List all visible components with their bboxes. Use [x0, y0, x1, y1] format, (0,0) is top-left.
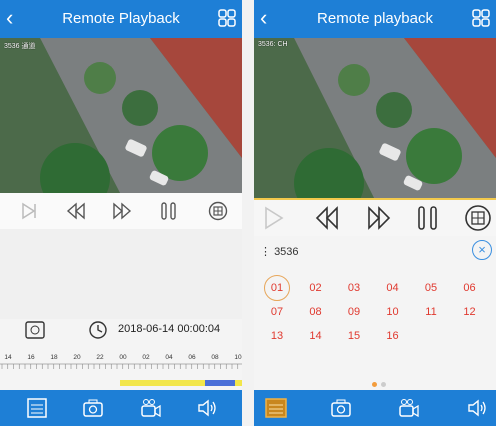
bottom-toolbar — [254, 390, 496, 426]
timeline-label: 08 — [211, 354, 219, 361]
date-time: 2018-06-14 00:00:04 — [118, 323, 221, 335]
playback-controls — [254, 200, 496, 236]
channel-number-02[interactable]: 02 — [303, 275, 329, 301]
channel-number-03[interactable]: 03 — [341, 275, 367, 301]
video-view[interactable]: 3536 通道 — [0, 38, 242, 193]
channel-number-01[interactable]: 01 — [264, 275, 290, 301]
timeline-label: 10 — [234, 354, 242, 361]
timeline-label: 02 — [142, 354, 150, 361]
pause-icon[interactable] — [416, 204, 440, 232]
split-screen-icon[interactable] — [208, 201, 228, 221]
timeline-label: 22 — [96, 354, 104, 361]
record-icon[interactable] — [398, 397, 420, 419]
close-icon[interactable]: × — [472, 240, 492, 260]
rewind-icon[interactable] — [66, 202, 86, 220]
timeline-label: 14 — [4, 354, 12, 361]
channel-name: 3536 — [274, 246, 299, 258]
rewind-icon[interactable] — [314, 205, 340, 231]
channel-number-10[interactable]: 10 — [380, 299, 406, 325]
channel-number-09[interactable]: 09 — [341, 299, 367, 325]
fast-forward-icon[interactable] — [366, 205, 392, 231]
watermark-area — [0, 229, 242, 319]
channel-list-icon[interactable] — [26, 397, 48, 419]
channel-number-16[interactable]: 16 — [380, 323, 406, 349]
channel-number-11[interactable]: 11 — [418, 299, 444, 325]
pause-icon[interactable] — [160, 201, 178, 221]
channel-number-05[interactable]: 05 — [418, 275, 444, 301]
video-scene — [0, 38, 242, 193]
channel-number-12[interactable]: 12 — [457, 299, 483, 325]
channel-list-icon[interactable] — [264, 397, 288, 419]
right-screen: ‹ Remote playback 3536: CH ⋮ 3536 × 01 0… — [254, 0, 496, 426]
page-title: Remote Playback — [62, 10, 180, 27]
video-view[interactable]: 3536: CH — [254, 38, 496, 200]
header: ‹ Remote Playback — [0, 0, 242, 38]
timeline-label: 06 — [188, 354, 196, 361]
page-dot — [381, 382, 386, 387]
volume-icon[interactable] — [466, 397, 488, 419]
channel-number-06[interactable]: 06 — [457, 275, 483, 301]
channel-number-15[interactable]: 15 — [341, 323, 367, 349]
osd-label: 3536: CH — [258, 41, 288, 48]
playback-controls — [0, 193, 242, 229]
channel-number-08[interactable]: 08 — [303, 299, 329, 325]
channel-number-04[interactable]: 04 — [380, 275, 406, 301]
channel-label: ⋮ 3536 — [260, 246, 299, 258]
left-screen: ‹ Remote Playback 3536 通道 2018-06-14 00:… — [0, 0, 242, 426]
osd-label: 3536 通道 — [4, 43, 36, 50]
step-icon[interactable] — [20, 202, 38, 220]
bottom-toolbar — [0, 390, 242, 426]
camera-icon[interactable] — [82, 397, 104, 419]
fast-forward-icon[interactable] — [112, 202, 132, 220]
timeline-label: 04 — [165, 354, 173, 361]
camera-icon[interactable] — [330, 397, 352, 419]
split-screen-icon[interactable] — [464, 204, 492, 232]
page-title: Remote playback — [317, 10, 433, 27]
channel-number-14[interactable]: 14 — [303, 323, 329, 349]
page-dot-active — [372, 382, 377, 387]
grid-icon[interactable] — [218, 9, 236, 27]
timeline-label: 16 — [27, 354, 35, 361]
header: ‹ Remote playback — [254, 0, 496, 38]
grid-icon[interactable] — [472, 9, 490, 27]
step-icon[interactable] — [262, 205, 286, 231]
channel-number-07[interactable]: 07 — [264, 299, 290, 325]
volume-icon[interactable] — [196, 397, 218, 419]
record-icon[interactable] — [140, 397, 162, 419]
channel-number-13[interactable]: 13 — [264, 323, 290, 349]
timeline-label: 20 — [73, 354, 81, 361]
timeline-label: 18 — [50, 354, 58, 361]
timeline[interactable]: 14 16 18 20 22 00 02 04 06 08 10 — [0, 336, 242, 386]
timeline-label: 00 — [119, 354, 127, 361]
video-scene — [254, 38, 496, 198]
